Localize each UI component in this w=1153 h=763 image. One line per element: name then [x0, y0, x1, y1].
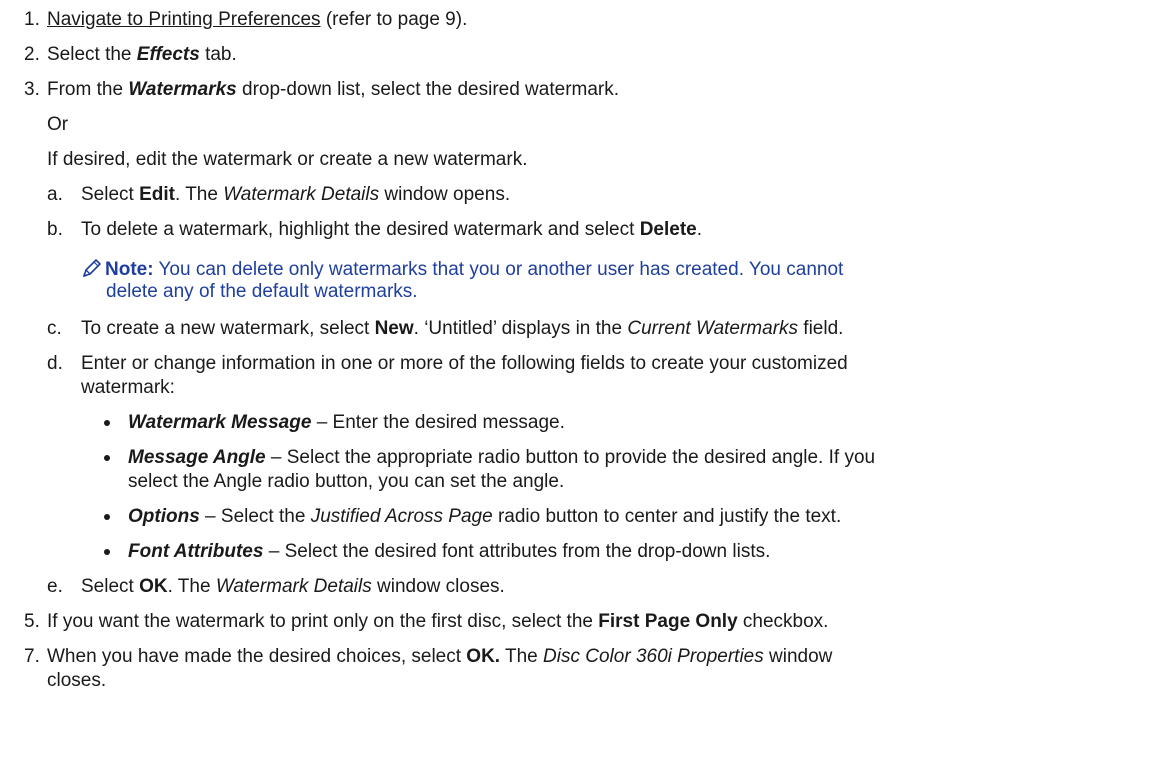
pencil-note-icon — [81, 257, 103, 279]
if-desired-text: If desired, edit the watermark or create… — [47, 149, 528, 170]
note-line-1: Note: You can delete only watermarks tha… — [81, 257, 843, 281]
new-term: New — [374, 318, 414, 339]
bullet-dot — [104, 514, 110, 520]
substep-text: window opens. — [379, 184, 511, 205]
substep-text: To delete a watermark, highlight the des… — [81, 219, 640, 240]
watermark-details-term: Watermark Details — [223, 184, 380, 205]
delete-term: Delete — [639, 219, 697, 240]
step-text: From the — [47, 79, 129, 100]
first-page-only-term: First Page Only — [598, 611, 738, 632]
bullet-dot — [104, 420, 110, 426]
step-number: 1. — [24, 9, 40, 30]
step-number: 5. — [24, 611, 40, 632]
ok-term: OK. — [466, 646, 501, 667]
step-text: Select the — [47, 44, 137, 65]
bullet-term: Watermark Message — [128, 412, 312, 433]
or-text: Or — [47, 114, 69, 135]
step-number: 3. — [24, 79, 40, 100]
substep-text: window closes. — [371, 576, 505, 597]
note-label: Note: — [105, 259, 154, 280]
step-text: If you want the watermark to print only … — [47, 611, 599, 632]
substep-letter: d. — [47, 353, 63, 374]
watermark-details-term: Watermark Details — [215, 576, 372, 597]
step-text: When you have made the desired choices, … — [47, 646, 467, 667]
effects-term: Effects — [136, 44, 200, 65]
substep-letter: b. — [47, 219, 63, 240]
substep-text: Enter or change information in one or mo… — [81, 353, 848, 374]
substep-text: . ‘Untitled’ displays in the — [413, 318, 628, 339]
step-text: drop-down list, select the desired water… — [236, 79, 620, 100]
step-text: checkbox. — [737, 611, 829, 632]
bullet-text-continued: select the Angle radio button, you can s… — [128, 471, 565, 492]
step-text: (refer to page 9). — [320, 9, 468, 30]
bullet-text: – Select the desired font attributes fro… — [263, 541, 771, 562]
bullet-dot — [104, 549, 110, 555]
edit-term: Edit — [139, 184, 175, 205]
bullet-term: Font Attributes — [128, 541, 264, 562]
note-line-2: delete any of the default watermarks. — [106, 281, 418, 302]
watermarks-term: Watermarks — [128, 79, 237, 100]
substep-text: Select — [81, 576, 140, 597]
substep-text: . The — [167, 576, 216, 597]
substep-text: field. — [798, 318, 844, 339]
step-text: tab. — [199, 44, 237, 65]
substep-letter: e. — [47, 576, 63, 597]
step-text: The — [500, 646, 544, 667]
substep-letter: a. — [47, 184, 63, 205]
bullet-text: – Enter the desired message. — [311, 412, 565, 433]
step-number: 2. — [24, 44, 40, 65]
substep-text: . The — [174, 184, 224, 205]
substep-text: . — [696, 219, 702, 240]
bullet-text: radio button to center and justify the t… — [492, 506, 842, 527]
bullet-dot — [104, 455, 110, 461]
current-watermarks-term: Current Watermarks — [627, 318, 799, 339]
step-7-continued: closes. — [47, 670, 107, 691]
step-text: window — [763, 646, 833, 667]
note-text: You can delete only watermarks that you … — [153, 259, 844, 280]
justified-across-page-term: Justified Across Page — [310, 506, 493, 527]
bullet-text: – Select the appropriate radio button to… — [265, 447, 876, 468]
disc-color-properties-term: Disc Color 360i Properties — [543, 646, 764, 667]
bullet-text: – Select the — [199, 506, 311, 527]
bullet-term: Message Angle — [128, 447, 266, 468]
substep-d-continued: watermark: — [81, 377, 175, 398]
bullet-term: Options — [128, 506, 200, 527]
substep-text: To create a new watermark, select — [81, 318, 375, 339]
step-number: 7. — [24, 646, 40, 667]
ok-term: OK — [139, 576, 168, 597]
substep-text: Select — [81, 184, 140, 205]
substep-letter: c. — [47, 318, 62, 339]
document-page: 1. Navigate to Printing Preferences (ref… — [0, 0, 1153, 763]
navigate-printing-preferences-link[interactable]: Navigate to Printing Preferences — [47, 9, 321, 30]
